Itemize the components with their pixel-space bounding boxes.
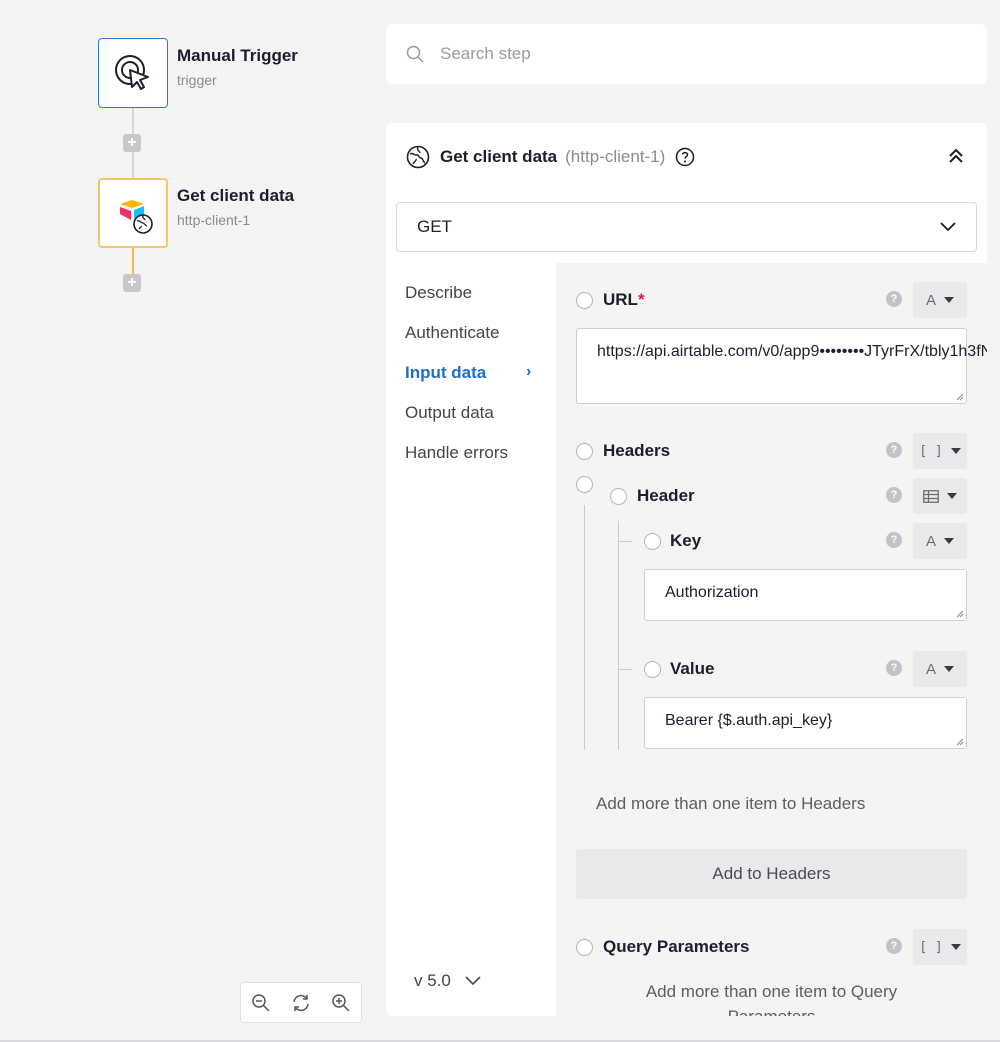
value-field[interactable]: Bearer {$.auth.api_key} xyxy=(644,697,967,749)
zoom-out-icon[interactable] xyxy=(251,993,271,1013)
nav-output-data[interactable]: Output data xyxy=(405,403,494,423)
nav-authenticate[interactable]: Authenticate xyxy=(405,323,500,343)
search-input[interactable]: Search step xyxy=(440,44,531,64)
search-step[interactable]: Search step xyxy=(386,24,987,84)
url-field[interactable]: https://api.airtable.com/v0/app9••••••••… xyxy=(576,328,987,404)
step-id: (http-client-1) xyxy=(565,147,666,166)
node-title: Manual Trigger xyxy=(177,46,298,65)
resize-grip-icon[interactable] xyxy=(956,393,964,401)
tree-line xyxy=(584,505,585,750)
zoom-in-icon[interactable] xyxy=(331,993,351,1013)
search-icon xyxy=(406,45,424,63)
collapse-icon[interactable] xyxy=(947,147,965,165)
url-type-select[interactable]: A xyxy=(913,282,967,318)
version-label: v 5.0 xyxy=(414,971,451,990)
connector-line xyxy=(132,108,134,134)
node-get-client-data-label: Get client data http-client-1 xyxy=(177,186,294,228)
version-select[interactable]: v 5.0 xyxy=(414,971,481,991)
tree-branch xyxy=(618,669,632,670)
help-icon[interactable]: ? xyxy=(886,487,902,503)
reset-icon[interactable] xyxy=(290,993,312,1013)
header-type-select[interactable] xyxy=(913,478,967,514)
node-manual-trigger[interactable] xyxy=(98,38,168,108)
key-label: Key xyxy=(670,531,702,550)
nav-input-data[interactable]: Input data xyxy=(405,363,486,383)
query-params-radio[interactable] xyxy=(576,939,593,956)
airtable-logo-icon xyxy=(120,200,153,234)
headers-hint: Add more than one item to Headers xyxy=(596,794,866,813)
help-icon[interactable] xyxy=(675,147,695,167)
node-manual-trigger-label: Manual Trigger trigger xyxy=(177,46,298,88)
header-label: Header xyxy=(637,486,695,505)
url-label: URL* xyxy=(603,290,645,309)
zoom-controls xyxy=(240,982,362,1023)
key-field[interactable]: Authorization xyxy=(644,569,967,621)
add-step-button[interactable]: + xyxy=(123,274,141,292)
step-nav: Describe Authenticate Input data › Outpu… xyxy=(386,263,556,1016)
chevron-right-icon: › xyxy=(526,363,532,380)
nav-describe[interactable]: Describe xyxy=(405,283,472,303)
value-label: Value xyxy=(670,659,715,678)
table-icon xyxy=(923,489,939,503)
query-params-hint: Add more than one item to Query Paramete… xyxy=(645,982,898,1016)
resize-grip-icon[interactable] xyxy=(956,738,964,746)
resize-grip-icon[interactable] xyxy=(956,610,964,618)
node-title: Get client data xyxy=(177,186,295,205)
headers-radio[interactable] xyxy=(576,443,593,460)
url-radio[interactable] xyxy=(576,292,593,309)
nav-handle-errors[interactable]: Handle errors xyxy=(405,443,508,463)
key-radio[interactable] xyxy=(644,533,661,550)
headers-label: Headers xyxy=(603,441,671,460)
panel-header: Get client data (http-client-1) xyxy=(406,145,695,169)
node-subtitle: trigger xyxy=(177,72,217,88)
chevron-down-icon xyxy=(465,976,481,986)
method-value: GET xyxy=(417,217,452,236)
query-params-type-select[interactable]: [ ] xyxy=(913,929,967,965)
header-radio[interactable] xyxy=(610,488,627,505)
help-icon[interactable]: ? xyxy=(886,442,902,458)
connector-line-active xyxy=(132,248,134,274)
value-radio[interactable] xyxy=(644,661,661,678)
help-icon[interactable]: ? xyxy=(886,938,902,954)
globe-icon xyxy=(406,145,430,169)
help-icon[interactable]: ? xyxy=(886,291,902,307)
chevron-down-icon xyxy=(940,222,956,232)
tree-branch xyxy=(618,541,632,542)
value-type-select[interactable]: A xyxy=(913,651,967,687)
tree-line xyxy=(618,521,619,750)
help-icon[interactable]: ? xyxy=(886,660,902,676)
method-select[interactable]: GET xyxy=(396,202,977,252)
step-config-panel: Get client data (http-client-1) GET Desc… xyxy=(386,123,987,1016)
cursor-click-icon xyxy=(115,55,149,90)
add-step-button[interactable]: + xyxy=(123,134,141,152)
add-to-headers-button[interactable]: Add to Headers xyxy=(576,849,967,899)
step-name: Get client data xyxy=(440,147,558,166)
node-subtitle: http-client-1 xyxy=(177,212,251,228)
input-data-form: URL* ? A https://api.airtable.com/v0/app… xyxy=(556,263,987,1016)
key-type-select[interactable]: A xyxy=(913,523,967,559)
headers-type-select[interactable]: [ ] xyxy=(913,433,967,469)
connector-line xyxy=(132,152,134,178)
headers-item-radio[interactable] xyxy=(576,476,593,493)
query-params-label: Query Parameters xyxy=(603,937,750,956)
help-icon[interactable]: ? xyxy=(886,532,902,548)
node-get-client-data[interactable] xyxy=(98,178,168,248)
